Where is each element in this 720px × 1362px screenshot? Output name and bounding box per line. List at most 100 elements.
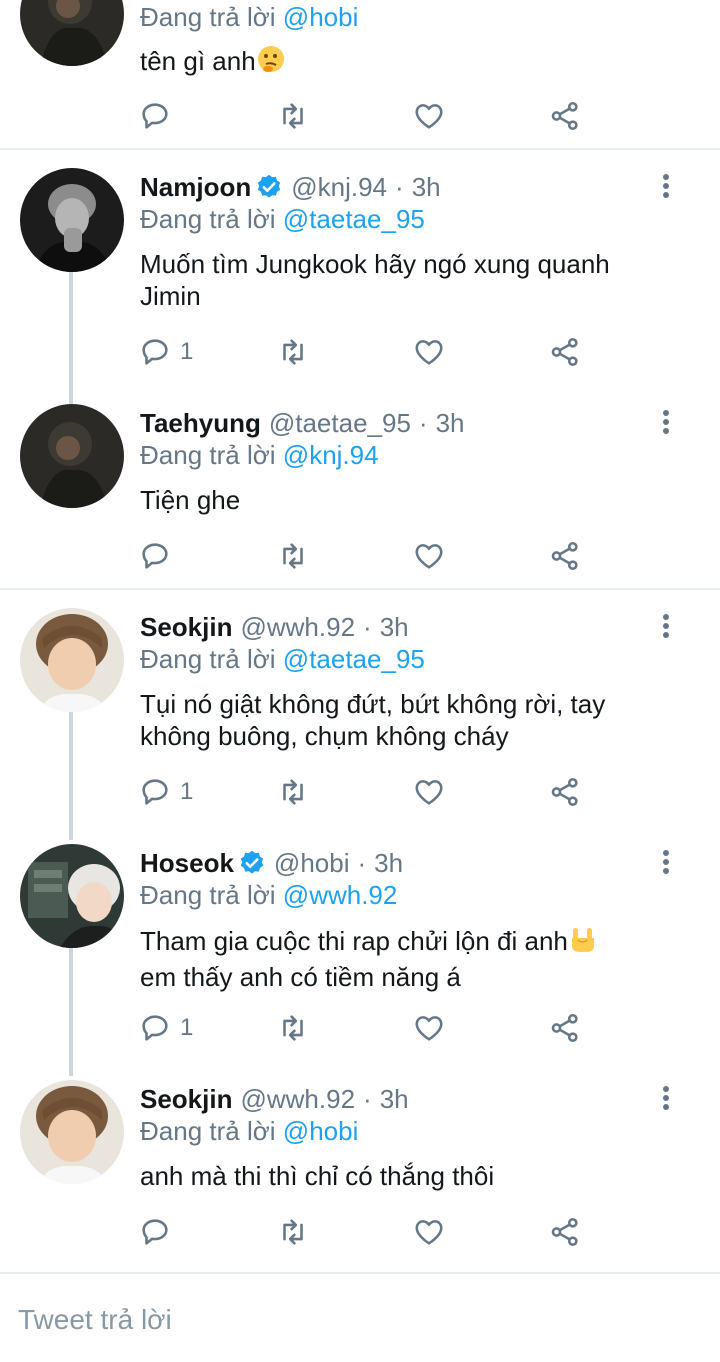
timestamp[interactable]: 3h (436, 408, 465, 439)
mention-link[interactable]: @hobi (283, 1116, 359, 1146)
reply-count: 1 (180, 1014, 194, 1041)
retweet-button[interactable] (276, 1008, 310, 1048)
reply-icon (142, 339, 168, 365)
timestamp[interactable]: 3h (380, 612, 409, 643)
handle[interactable]: @taetae_95 (269, 408, 411, 439)
replying-prefix: Đang trả lời (140, 2, 276, 32)
like-icon (415, 1016, 443, 1041)
replying-to: Đang trả lời @hobi (140, 2, 358, 33)
handle[interactable]: @knj.94 (291, 172, 387, 203)
replying-to: Đang trả lời @taetae_95 (140, 644, 425, 675)
mention-link[interactable]: @hobi (283, 2, 359, 32)
display-name[interactable]: Seokjin (140, 1084, 232, 1115)
avatar-namjoon[interactable] (20, 168, 124, 272)
avatar-seokjin[interactable] (20, 608, 124, 712)
replying-prefix: Đang trả lời (140, 644, 276, 674)
like-button[interactable] (412, 332, 446, 372)
tweet[interactable]: Seokjin @wwh.92 · 3h Đang trả lời @hobi … (0, 1080, 720, 1264)
handle[interactable]: @wwh.92 (240, 1084, 355, 1115)
retweet-button[interactable] (276, 332, 310, 372)
tweet[interactable]: Namjoon @knj.94 · 3h Đang trả lời @taeta… (0, 168, 720, 390)
display-name[interactable]: Hoseok (140, 848, 234, 879)
more-options-button[interactable] (656, 407, 676, 441)
timestamp[interactable]: 3h (374, 848, 403, 879)
tweet[interactable]: Hoseok @hobi · 3h Đang trả lời @wwh.92 T… (0, 844, 720, 1066)
more-options-button[interactable] (656, 611, 676, 645)
share-button[interactable] (548, 1212, 582, 1252)
share-button[interactable] (548, 332, 582, 372)
share-button[interactable] (548, 772, 582, 812)
tweet-actions: 1 (138, 1008, 608, 1048)
retweet-button[interactable] (276, 1212, 310, 1252)
more-options-button[interactable] (656, 171, 676, 205)
mention-link[interactable]: @wwh.92 (283, 880, 398, 910)
mention-link[interactable]: @taetae_95 (283, 204, 425, 234)
share-icon (551, 1013, 578, 1043)
replying-to: Đang trả lời @knj.94 (140, 440, 379, 471)
share-button[interactable] (548, 1008, 582, 1048)
reply-button[interactable]: 1 (138, 1008, 193, 1048)
replying-prefix: Đang trả lời (140, 1116, 276, 1146)
avatar-hoseok[interactable] (20, 844, 124, 948)
timestamp[interactable]: 3h (412, 172, 441, 203)
reply-button[interactable]: 1 (138, 772, 193, 812)
avatar-taehyung[interactable] (20, 0, 124, 66)
tweet-actions (138, 536, 608, 576)
like-button[interactable] (412, 96, 446, 136)
separator-dot: · (418, 407, 428, 438)
reply-button[interactable]: 1 (138, 332, 193, 372)
tweet-actions: 1 (138, 772, 608, 812)
tweet[interactable]: Đang trả lời @hobi tên gì anh (0, 0, 720, 148)
like-button[interactable] (412, 1212, 446, 1252)
more-options-button[interactable] (656, 1083, 676, 1117)
like-icon (415, 340, 443, 365)
tweet[interactable]: Seokjin @wwh.92 · 3h Đang trả lời @taeta… (0, 608, 720, 830)
retweet-icon (283, 339, 303, 365)
tweet-header: Hoseok @hobi · 3h (140, 846, 403, 880)
retweet-button[interactable] (276, 96, 310, 136)
verified-icon (258, 174, 281, 198)
replying-to: Đang trả lời @wwh.92 (140, 880, 397, 911)
avatar-taehyung[interactable] (20, 404, 124, 508)
mention-link[interactable]: @taetae_95 (283, 644, 425, 674)
avatar-seokjin[interactable] (20, 1080, 124, 1184)
reply-button[interactable] (138, 536, 180, 576)
more-options-button[interactable] (656, 847, 676, 881)
display-name[interactable]: Seokjin (140, 612, 232, 643)
like-button[interactable] (412, 1008, 446, 1048)
reply-icon (142, 543, 168, 569)
tweet-text: Tham gia cuộc thi rap chửi lộn đi anh em… (140, 924, 680, 993)
tweet-text: tên gì anh (140, 44, 680, 81)
reply-input[interactable]: Tweet trả lời (18, 1304, 172, 1336)
tweet[interactable]: Taehyung @taetae_95 · 3h Đang trả lời @k… (0, 404, 720, 588)
tweet-text: Tụi nó giật không đứt, bứt không rời, ta… (140, 689, 606, 751)
retweet-button[interactable] (276, 772, 310, 812)
reply-icon (142, 779, 168, 805)
like-icon (415, 544, 443, 569)
handle[interactable]: @hobi (274, 848, 350, 879)
reply-count: 1 (180, 338, 194, 365)
retweet-button[interactable] (276, 536, 310, 576)
divider (0, 148, 720, 150)
share-button[interactable] (548, 96, 582, 136)
replying-prefix: Đang trả lời (140, 880, 276, 910)
reply-button[interactable] (138, 1212, 180, 1252)
tweet-actions: 1 (138, 332, 608, 372)
reply-button[interactable] (138, 96, 180, 136)
like-icon (415, 780, 443, 805)
display-name[interactable]: Taehyung (140, 408, 261, 439)
share-button[interactable] (548, 536, 582, 576)
like-button[interactable] (412, 772, 446, 812)
handle[interactable]: @wwh.92 (240, 612, 355, 643)
share-icon (551, 541, 578, 571)
retweet-icon (283, 1219, 303, 1245)
share-icon (551, 1217, 578, 1247)
mention-link[interactable]: @knj.94 (283, 440, 379, 470)
tweet-header: Seokjin @wwh.92 · 3h (140, 1082, 409, 1116)
like-icon (415, 104, 443, 129)
timestamp[interactable]: 3h (380, 1084, 409, 1115)
retweet-icon (283, 543, 303, 569)
display-name[interactable]: Namjoon (140, 172, 251, 203)
separator-dot: · (363, 1083, 372, 1114)
like-button[interactable] (412, 536, 446, 576)
